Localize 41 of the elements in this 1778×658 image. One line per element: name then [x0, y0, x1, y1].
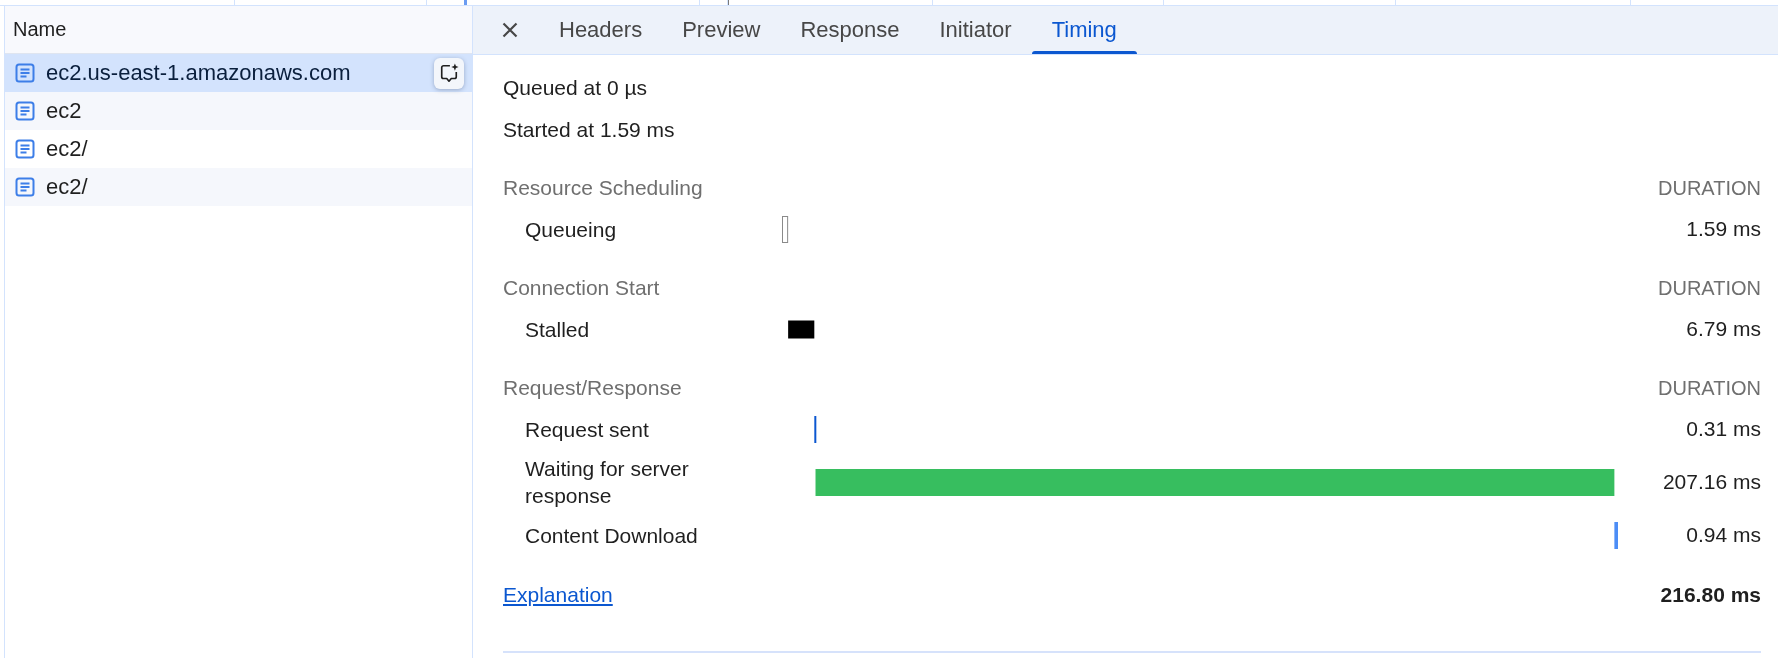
section-title: Resource Scheduling [503, 175, 704, 201]
request-row[interactable]: ec2.us-east-1.amazonaws.com [5, 54, 472, 92]
document-icon [15, 177, 35, 197]
phase-label: Request sent [525, 416, 649, 443]
request-name: ec2.us-east-1.amazonaws.com [46, 60, 351, 86]
total-duration: 216.80 ms [1660, 583, 1761, 607]
duration-heading: DURATION [1657, 275, 1761, 301]
request-name: ec2/ [46, 136, 88, 162]
tab[interactable]: Initiator [919, 6, 1032, 54]
column-header[interactable]: Name [5, 6, 472, 54]
chat-sparkle-icon [439, 63, 459, 83]
request-name: ec2/ [46, 174, 88, 200]
chat-button[interactable] [434, 57, 464, 89]
request-row[interactable]: ec2 [5, 92, 472, 130]
duration-value: 6.79 ms [1685, 316, 1761, 342]
duration-value: 207.16 ms [1661, 469, 1761, 495]
tab[interactable]: Preview [662, 6, 781, 54]
duration-value: 1.59 ms [1685, 216, 1761, 242]
request-row[interactable]: ec2/ [5, 168, 472, 206]
phase-label: Content Download [525, 522, 698, 549]
phase-label: Stalled [525, 316, 590, 343]
tab[interactable]: Timing [1031, 6, 1137, 54]
timing-info-line: Queued at 0 µs [503, 75, 649, 101]
section-title: Connection Start [503, 275, 661, 301]
phase-label: Queueing [525, 216, 617, 243]
duration-heading: DURATION [1657, 375, 1761, 401]
timing-info-line: Started at 1.59 ms [503, 117, 676, 143]
explanation-link[interactable]: Explanation [503, 583, 613, 607]
close-icon [502, 22, 518, 38]
duration-heading: DURATION [1657, 175, 1761, 201]
document-icon [15, 139, 35, 159]
document-icon [15, 63, 35, 83]
duration-value: 0.94 ms [1685, 522, 1761, 548]
tab[interactable]: Response [780, 6, 920, 54]
request-name: ec2 [46, 98, 82, 124]
phase-label: Waiting for server response [525, 456, 690, 509]
document-icon [15, 101, 35, 121]
tab[interactable]: Headers [539, 6, 663, 54]
request-row[interactable]: ec2/ [5, 130, 472, 168]
section-title: Request/Response [503, 375, 683, 401]
duration-value: 0.31 ms [1685, 416, 1761, 442]
